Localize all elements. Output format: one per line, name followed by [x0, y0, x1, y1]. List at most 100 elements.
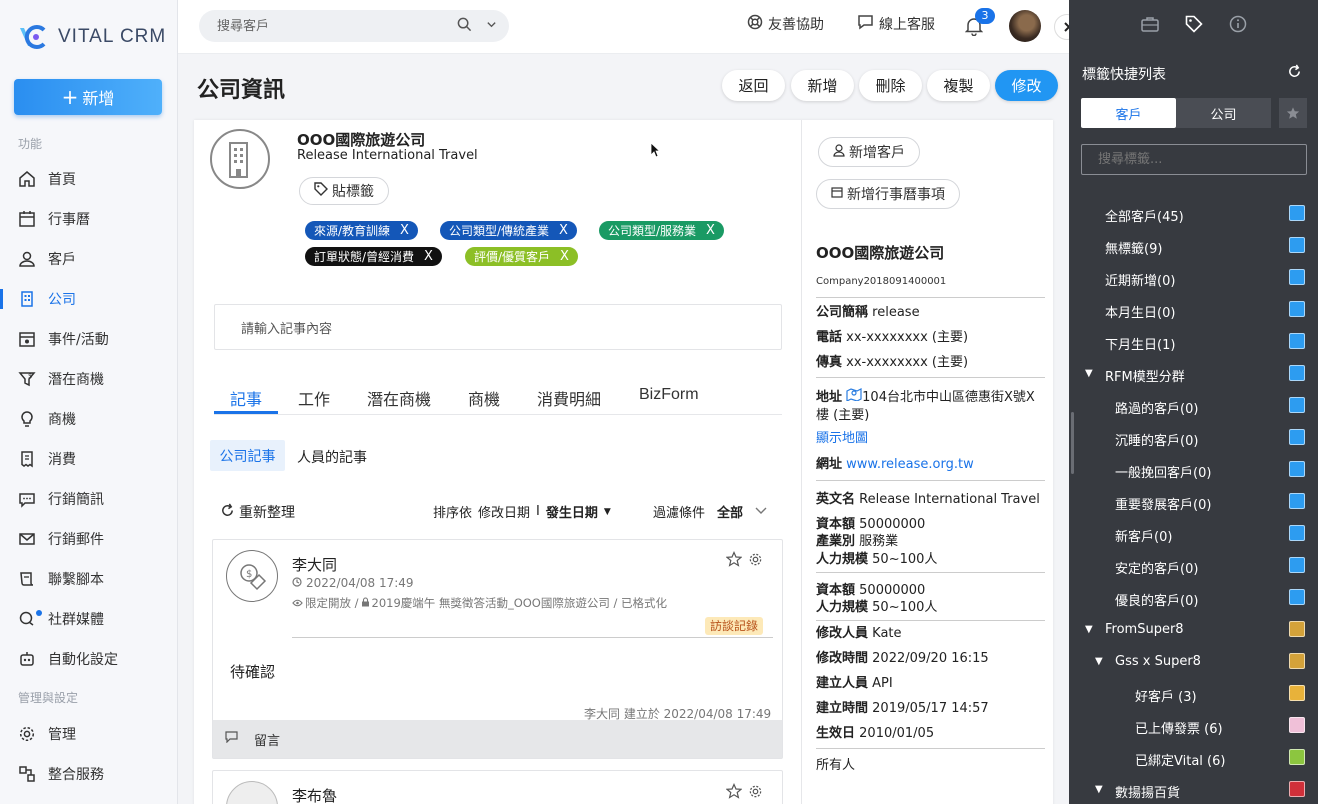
tag-color-checkbox[interactable] — [1289, 269, 1305, 285]
tab-company-tags[interactable]: 公司 — [1176, 98, 1271, 128]
tag-chip[interactable]: 公司類型/服務業 X — [599, 221, 724, 240]
tag-remove-icon[interactable]: X — [559, 223, 568, 238]
note-input[interactable]: 請輸入記事內容 — [214, 304, 782, 350]
tag-color-checkbox[interactable] — [1289, 717, 1305, 733]
delete-button[interactable]: 刪除 — [859, 70, 922, 101]
tag-color-checkbox[interactable] — [1289, 781, 1305, 797]
star-icon[interactable] — [725, 551, 743, 571]
tag-list-item[interactable]: ▼ Gss x Super8 — [1081, 652, 1311, 674]
tag-color-checkbox[interactable] — [1289, 237, 1305, 253]
tag-color-checkbox[interactable] — [1289, 333, 1305, 349]
sort-modified[interactable]: 修改日期 — [478, 502, 530, 521]
tag-list-item[interactable]: ▼ 數揚揚百貨 — [1081, 780, 1311, 802]
tab-notes[interactable]: 記事 — [230, 386, 262, 410]
sidebar-item-receipt[interactable]: 消費 — [0, 439, 178, 479]
tag-list-item[interactable]: 優良的客戶(0) — [1081, 588, 1311, 610]
sidebar-item-gear[interactable]: 管理 — [0, 714, 178, 754]
chevron-down-icon[interactable] — [486, 18, 497, 34]
tag-chip[interactable]: 來源/教育訓練 X — [305, 221, 418, 240]
sort-created[interactable]: 發生日期 — [546, 502, 598, 521]
tag-remove-icon[interactable]: X — [424, 249, 433, 264]
map-icon[interactable] — [846, 388, 862, 405]
tag-color-checkbox[interactable] — [1289, 557, 1305, 573]
tag-list-item[interactable]: 新客戶(0) — [1081, 524, 1311, 546]
tag-color-checkbox[interactable] — [1289, 653, 1305, 669]
refresh-button[interactable]: 重新整理 — [220, 502, 295, 522]
tag-list-item[interactable]: 本月生日(0) — [1081, 300, 1311, 322]
tab-bizform[interactable]: BizForm — [639, 386, 699, 404]
sidebar-item-calendar[interactable]: 行事曆 — [0, 199, 178, 239]
add-button[interactable]: 新增 — [791, 70, 854, 101]
tag-chip[interactable]: 公司類型/傳統產業 X — [440, 221, 577, 240]
tab-leads[interactable]: 潛在商機 — [367, 386, 431, 410]
caret-down-icon[interactable]: ▼ — [1095, 656, 1103, 667]
tag-color-checkbox[interactable] — [1289, 589, 1305, 605]
tag-list-item[interactable]: 安定的客戶(0) — [1081, 556, 1311, 578]
add-calendar-event-button[interactable]: 新增行事曆事項 — [816, 179, 960, 209]
back-button[interactable]: 返回 — [722, 70, 785, 101]
star-icon[interactable] — [1279, 98, 1307, 128]
sidebar-item-home[interactable]: 首頁 — [0, 159, 178, 199]
app-logo[interactable]: VITAL CRM — [16, 22, 166, 52]
tag-color-checkbox[interactable] — [1289, 205, 1305, 221]
tag-list-item[interactable]: 全部客戶(45) — [1081, 204, 1311, 226]
subtab-company-notes[interactable]: 公司記事 — [210, 440, 285, 471]
new-button[interactable]: + 新增 — [14, 79, 162, 115]
search-input[interactable] — [217, 18, 457, 34]
tab-tasks[interactable]: 工作 — [298, 386, 330, 410]
sort-control[interactable]: 排序依 修改日期 I 發生日期 ▼ — [433, 502, 611, 521]
support-button[interactable]: 線上客服 — [857, 14, 935, 34]
gear-icon[interactable] — [748, 784, 763, 803]
tag-list-item[interactable]: 一般挽回客戶(0) — [1081, 460, 1311, 482]
sidebar-item-person[interactable]: 客戶 — [0, 239, 178, 279]
tag-list-item[interactable]: 已綁定Vital (6) — [1081, 748, 1311, 770]
tab-customer-tags[interactable]: 客戶 — [1081, 98, 1176, 128]
tag-color-checkbox[interactable] — [1289, 397, 1305, 413]
briefcase-icon[interactable] — [1141, 16, 1159, 36]
user-avatar[interactable] — [1009, 10, 1041, 42]
search-icon[interactable] — [457, 17, 472, 36]
tag-color-checkbox[interactable] — [1289, 429, 1305, 445]
info-icon[interactable] — [1229, 15, 1247, 37]
refresh-icon[interactable] — [1287, 64, 1302, 83]
tab-opportunities[interactable]: 商機 — [468, 386, 500, 410]
sidebar-item-mail[interactable]: 行銷郵件 — [0, 519, 178, 559]
show-map-link[interactable]: 顯示地圖 — [816, 430, 868, 448]
help-button[interactable]: 友善協助 — [747, 14, 824, 34]
tag-chip[interactable]: 評價/優質客戶 X — [465, 247, 578, 266]
tag-list-item[interactable]: ▼ FromSuper8 — [1081, 620, 1311, 642]
sidebar-item-sms[interactable]: 行銷簡訊 — [0, 479, 178, 519]
caret-down-icon[interactable]: ▼ — [1085, 368, 1093, 379]
tag-color-checkbox[interactable] — [1289, 525, 1305, 541]
tab-purchases[interactable]: 消費明細 — [537, 386, 601, 410]
filter-control[interactable]: 過濾條件 全部 — [653, 502, 767, 521]
caret-down-icon[interactable]: ▼ — [1095, 784, 1103, 795]
sidebar-item-script[interactable]: 聯繫腳本 — [0, 559, 178, 599]
sidebar-item-building[interactable]: 公司 — [0, 279, 178, 319]
tag-remove-icon[interactable]: X — [400, 223, 409, 238]
comment-bar[interactable]: 留言 — [213, 720, 782, 758]
tag-color-checkbox[interactable] — [1289, 461, 1305, 477]
sidebar-item-integration[interactable]: 整合服務 — [0, 754, 178, 794]
website-link[interactable]: www.release.org.tw — [846, 457, 974, 472]
panel-scrollbar[interactable] — [1071, 412, 1074, 474]
add-customer-button[interactable]: 新增客戶 — [818, 137, 920, 167]
caret-down-icon[interactable]: ▼ — [1085, 624, 1093, 635]
tag-button[interactable]: 貼標籤 — [299, 177, 389, 205]
sidebar-item-lightbulb[interactable]: 商機 — [0, 399, 178, 439]
copy-button[interactable]: 複製 — [927, 70, 990, 101]
tag-list-item[interactable]: 好客戶 (3) — [1081, 684, 1311, 706]
sidebar-item-event[interactable]: 事件/活動 — [0, 319, 178, 359]
tag-color-checkbox[interactable] — [1289, 621, 1305, 637]
tag-list-item[interactable]: 路過的客戶(0) — [1081, 396, 1311, 418]
tag-list-item[interactable]: 沉睡的客戶(0) — [1081, 428, 1311, 450]
tag-color-checkbox[interactable] — [1289, 365, 1305, 381]
tag-list-item[interactable]: ▼ RFM模型分群 — [1081, 364, 1311, 386]
tag-list-item[interactable]: 近期新增(0) — [1081, 268, 1311, 290]
edit-button[interactable]: 修改 — [995, 70, 1058, 101]
star-icon[interactable] — [725, 783, 743, 803]
sidebar-item-funnel[interactable]: $ 潛在商機 — [0, 359, 178, 399]
tag-list-item[interactable]: 已上傳發票 (6) — [1081, 716, 1311, 738]
gear-icon[interactable] — [748, 552, 763, 571]
tag-list-item[interactable]: 下月生日(1) — [1081, 332, 1311, 354]
